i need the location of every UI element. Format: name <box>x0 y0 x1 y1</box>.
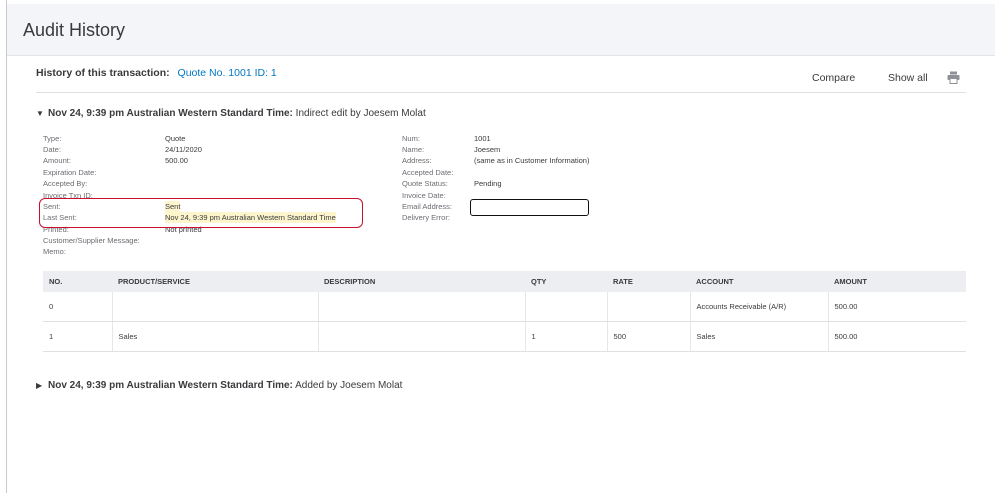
detail-label-date: Date: <box>43 145 61 154</box>
table-cell: 1 <box>524 321 607 352</box>
table-cell: 500.00 <box>827 321 966 352</box>
transaction-history-row: History of this transaction: Quote No. 1… <box>36 67 277 79</box>
entry-action: Added by Joesem Molat <box>295 380 403 391</box>
line-items-table: NO. PRODUCT/SERVICE DESCRIPTION QTY RATE… <box>43 271 966 352</box>
detail-value-type: Quote <box>165 134 186 143</box>
page-title: Audit History <box>23 20 126 40</box>
collapse-triangle-icon[interactable]: ▼ <box>36 109 48 118</box>
table-cell <box>524 292 607 322</box>
detail-label-type: Type: <box>43 134 62 143</box>
detail-label-num: Num: <box>402 134 420 143</box>
table-cell <box>606 292 690 322</box>
detail-label-invoice-date: Invoice Date: <box>402 191 446 200</box>
detail-value-name: Joesem <box>474 145 501 154</box>
audit-entry-1[interactable]: ▼ Nov 24, 9:39 pm Australian Western Stan… <box>36 108 426 119</box>
detail-label-accepted-by: Accepted By: <box>43 179 88 188</box>
table-header-row: NO. PRODUCT/SERVICE DESCRIPTION QTY RATE… <box>43 271 966 292</box>
detail-label-email: Email Address: <box>402 202 453 211</box>
column-header: RATE <box>607 271 690 292</box>
quote-link[interactable]: Quote No. 1001 ID: 1 <box>178 67 277 79</box>
table-cell <box>111 292 318 322</box>
column-header: QTY <box>525 271 607 292</box>
table-cell: 500.00 <box>827 292 966 322</box>
table-cell: Accounts Receivable (A/R) <box>689 292 828 322</box>
divider <box>36 92 966 93</box>
table-cell: Sales <box>689 321 828 352</box>
detail-label-accepted-date: Accepted Date: <box>402 168 454 177</box>
table-cell <box>317 292 525 322</box>
detail-label-memo: Memo: <box>43 247 66 256</box>
detail-value-num: 1001 <box>474 134 491 143</box>
detail-label-address: Address: <box>402 156 432 165</box>
table-cell: 500 <box>606 321 690 352</box>
compare-button[interactable]: Compare <box>812 72 855 84</box>
page-header: Audit History <box>7 4 995 56</box>
detail-value-amount: 500.00 <box>165 156 188 165</box>
detail-value-quote-status: Pending <box>474 179 502 188</box>
detail-value-address: (same as in Customer Information) <box>474 156 590 165</box>
entry-timestamp: Nov 24, 9:39 pm Australian Western Stand… <box>48 108 293 119</box>
entry-action: Indirect edit by Joesem Molat <box>295 108 426 119</box>
table-cell <box>317 321 525 352</box>
detail-label-expiration: Expiration Date: <box>43 168 97 177</box>
annotation-red-box <box>39 198 363 228</box>
printer-icon[interactable] <box>947 71 960 84</box>
table-row: 1 Sales 1 500 Sales 500.00 <box>43 321 966 352</box>
detail-label-delivery-error: Delivery Error: <box>402 213 450 222</box>
table-cell: Sales <box>111 321 318 352</box>
detail-label-message: Customer/Supplier Message: <box>43 236 140 245</box>
column-header: NO. <box>43 271 112 292</box>
table-cell: 1 <box>43 321 112 352</box>
column-header: AMOUNT <box>828 271 966 292</box>
history-label: History of this transaction: <box>36 67 170 79</box>
table-row: 0 Accounts Receivable (A/R) 500.00 <box>43 292 966 322</box>
detail-label-quote-status: Quote Status: <box>402 179 448 188</box>
column-header: ACCOUNT <box>690 271 828 292</box>
show-all-button[interactable]: Show all <box>888 72 928 84</box>
entry-timestamp: Nov 24, 9:39 pm Australian Western Stand… <box>48 380 293 391</box>
detail-label-amount: Amount: <box>43 156 71 165</box>
column-header: DESCRIPTION <box>318 271 525 292</box>
detail-value-date: 24/11/2020 <box>165 145 202 154</box>
audit-entry-2[interactable]: ▶ Nov 24, 9:39 pm Australian Western Stan… <box>36 380 402 391</box>
redaction-box <box>470 199 589 216</box>
table-cell: 0 <box>43 292 112 322</box>
expand-triangle-icon[interactable]: ▶ <box>36 381 48 390</box>
column-header: PRODUCT/SERVICE <box>112 271 318 292</box>
page-left-border <box>6 0 7 493</box>
detail-label-name: Name: <box>402 145 425 154</box>
